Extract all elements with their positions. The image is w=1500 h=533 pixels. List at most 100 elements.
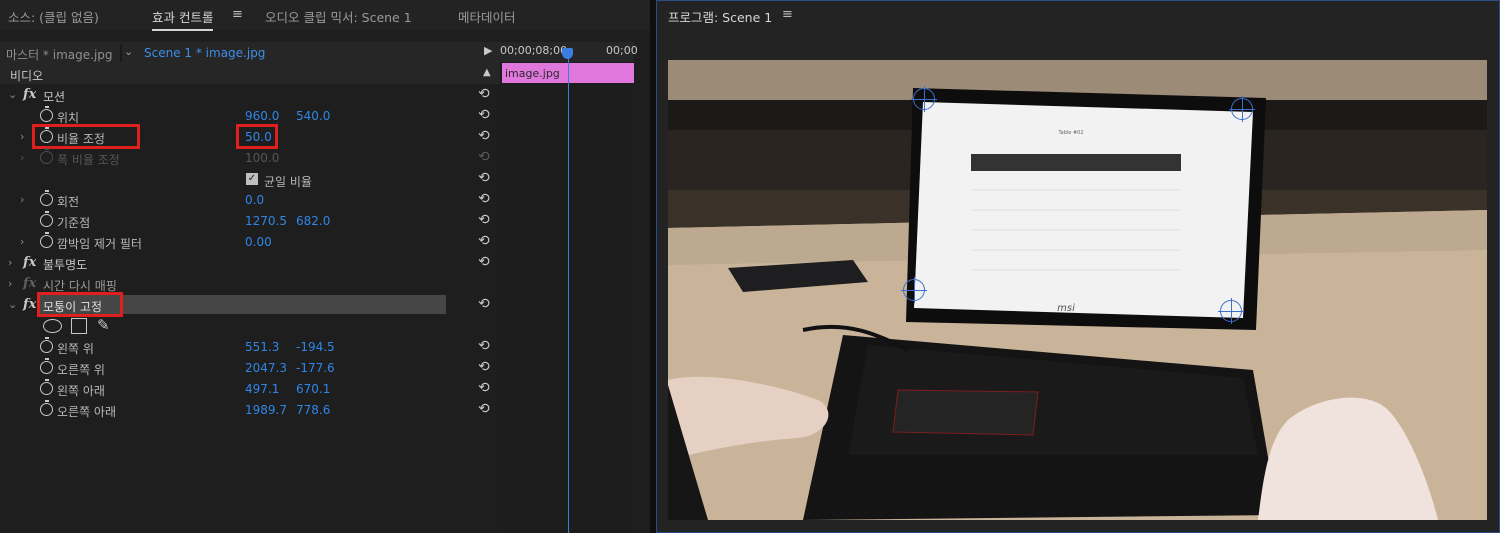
property-row-lower-right: 오른쪽 아래 1989.7 778.6 ⟲ [0,400,500,420]
highlight-box [37,292,123,317]
stopwatch-icon[interactable] [40,232,53,248]
tab-effect-controls[interactable]: 효과 컨트롤 [152,7,214,31]
reset-icon[interactable]: ⟲ [478,170,490,186]
twirl-open-icon[interactable]: ⌄ [8,298,17,311]
corner-pin-handle-upper-left[interactable] [911,86,937,112]
property-label: 오른쪽 위 [57,363,105,377]
rectangle-mask-icon[interactable] [71,318,87,334]
highlight-box [32,124,140,149]
sequence-clip-label[interactable]: Scene 1 * image.jpg [144,46,265,60]
twirl-closed-icon[interactable]: › [8,277,12,290]
corner-pin-handle-lower-right[interactable] [1218,298,1244,324]
effect-name-opacity: 불투명도 [43,258,88,272]
pen-mask-icon[interactable]: ✎ [97,316,110,334]
stopwatch-icon[interactable] [40,400,53,416]
reset-icon[interactable]: ⟲ [478,86,490,102]
reset-icon[interactable]: ⟲ [478,128,490,144]
lower-left-y-value[interactable]: 670.1 [296,382,330,396]
upper-left-y-value[interactable]: -194.5 [296,340,335,354]
lower-right-x-value[interactable]: 1989.7 [245,403,287,417]
reset-icon[interactable]: ⟲ [478,212,490,228]
reset-icon[interactable]: ⟲ [478,107,490,123]
mini-timeline[interactable] [500,42,634,533]
reset-icon[interactable]: ⟲ [478,233,490,249]
tab-audio-clip-mixer[interactable]: 오디오 클립 믹서: Scene 1 [265,7,412,26]
separator [120,44,122,62]
panel-menu-icon[interactable]: ≡ [232,7,243,22]
twirl-closed-icon[interactable]: › [20,151,24,164]
source-clip-bar: 마스터 * image.jpg ⌄ Scene 1 * image.jpg [0,42,500,64]
property-row-scale-width: › 폭 비율 조정 100.0 ⟲ [0,148,500,168]
corner-pin-handle-lower-left[interactable] [901,277,927,303]
reset-icon[interactable]: ⟲ [478,380,490,396]
reset-icon[interactable]: ⟲ [478,359,490,375]
uniform-scale-checkbox[interactable]: ✓ [246,173,258,185]
mask-tools-row: ✎ [0,316,500,336]
anchor-x-value[interactable]: 1270.5 [245,214,287,228]
playhead-line[interactable] [568,48,569,533]
stopwatch-icon[interactable] [40,106,53,122]
tab-source[interactable]: 소스: (클립 없음) [8,7,99,26]
reset-icon[interactable]: ⟲ [478,401,490,417]
position-y-value[interactable]: 540.0 [296,109,330,123]
property-row-anchor-point: 기준점 1270.5 682.0 ⟲ [0,211,500,231]
highlight-box [236,124,278,149]
chevron-down-icon[interactable]: ⌄ [124,45,133,58]
property-label: 깜박임 제거 필터 [57,237,142,251]
stopwatch-icon[interactable] [40,379,53,395]
twirl-closed-icon[interactable]: › [20,235,24,248]
laptop-logo: msi [1057,303,1075,314]
uniform-scale-label: 균일 비율 [264,175,312,189]
video-section-header: 비디오 ▲ [0,64,500,84]
corner-pin-handle-upper-right[interactable] [1229,96,1255,122]
property-label: 왼쪽 위 [57,342,94,356]
position-x-value[interactable]: 960.0 [245,109,279,123]
property-label: 폭 비율 조정 [57,153,120,167]
stopwatch-icon[interactable] [40,358,53,374]
property-label: 기준점 [57,216,91,230]
reset-icon[interactable]: ⟲ [478,338,490,354]
anchor-y-value[interactable]: 682.0 [296,214,330,228]
ruler-time-end: 00;00 [606,44,638,57]
ruler-time-start: 00;00;08;00 [500,44,568,57]
tab-metadata[interactable]: 메타데이터 [458,7,516,26]
lower-right-y-value[interactable]: 778.6 [296,403,330,417]
fx-icon[interactable]: fx [23,297,36,312]
twirl-closed-icon[interactable]: › [20,130,24,143]
effect-row-motion: ⌄ fx 모션 ⟲ [0,85,500,105]
stopwatch-icon[interactable] [40,211,53,227]
panel-menu-icon[interactable]: ≡ [782,7,793,22]
program-monitor-viewer[interactable]: Table #02 msi [668,60,1487,520]
play-only-icon[interactable]: ▶ [484,44,492,57]
stopwatch-icon[interactable] [40,190,53,206]
lower-left-x-value[interactable]: 497.1 [245,382,279,396]
twirl-open-icon[interactable]: ⌄ [8,88,17,101]
property-row-rotation: › 회전 0.0 ⟲ [0,190,500,210]
program-monitor-title[interactable]: 프로그램: Scene 1 [668,7,772,26]
upper-left-x-value[interactable]: 551.3 [245,340,279,354]
reset-icon[interactable]: ⟲ [478,296,490,312]
stopwatch-icon[interactable] [40,337,53,353]
rotation-value[interactable]: 0.0 [245,193,264,207]
property-label: 오른쪽 아래 [57,405,117,419]
collapse-arrow-icon[interactable]: ▲ [483,67,491,78]
property-row-uniform-scale: ✓ 균일 비율 ⟲ [0,169,500,189]
property-row-lower-left: 왼쪽 아래 497.1 670.1 ⟲ [0,379,500,399]
fx-icon[interactable]: fx [23,255,36,270]
flicker-value[interactable]: 0.00 [245,235,272,249]
master-clip-label[interactable]: 마스터 * image.jpg [6,46,113,63]
scale-width-value: 100.0 [245,151,280,165]
ellipse-mask-icon[interactable] [43,319,62,333]
twirl-closed-icon[interactable]: › [20,193,24,206]
playhead-handle[interactable] [562,48,573,59]
reset-icon[interactable]: ⟲ [478,254,490,270]
upper-right-x-value[interactable]: 2047.3 [245,361,287,375]
twirl-closed-icon[interactable]: › [8,256,12,269]
property-label: 왼쪽 아래 [57,384,105,398]
fx-icon[interactable]: fx [23,87,36,102]
upper-right-y-value[interactable]: -177.6 [296,361,335,375]
effect-name-motion: 모션 [43,90,66,104]
reset-icon[interactable]: ⟲ [478,191,490,207]
stopwatch-icon [40,148,53,164]
effect-row-time-remapping: › fx 시간 다시 매핑 [0,274,500,294]
